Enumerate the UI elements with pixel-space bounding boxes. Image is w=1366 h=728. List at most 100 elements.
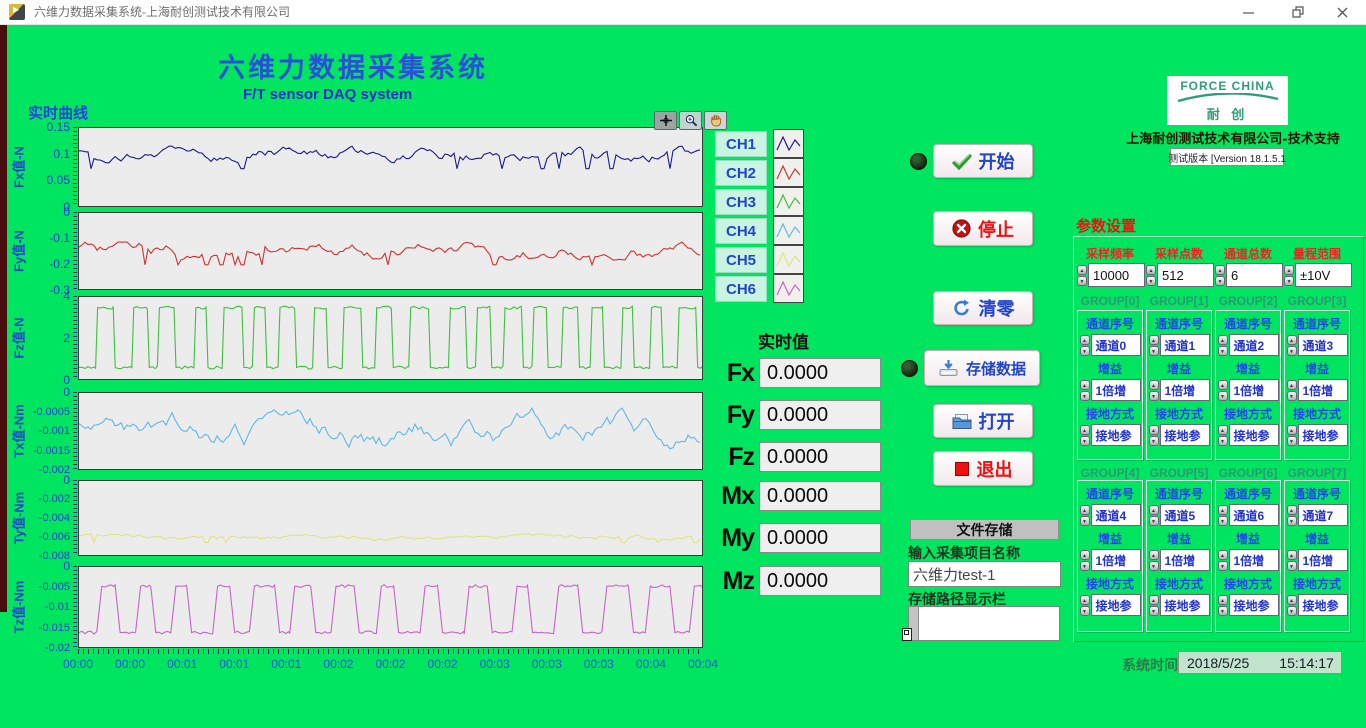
spin-down-icon[interactable]: ▼ (1149, 606, 1159, 616)
spinner-control[interactable]: ▲▼ (1218, 379, 1228, 401)
spinner-control[interactable]: ▲▼ (1080, 334, 1090, 356)
spinner-control[interactable]: ▲▼ (1077, 263, 1087, 287)
spinner-control[interactable]: ▲▼ (1287, 504, 1297, 526)
spin-down-icon[interactable]: ▼ (1287, 346, 1297, 356)
spin-up-icon[interactable]: ▲ (1080, 335, 1090, 345)
param-sampling-rate-input[interactable]: 10000 (1088, 263, 1145, 287)
spinner-control[interactable]: ▲▼ (1080, 594, 1090, 616)
group-6-gain-select[interactable]: 1倍增 (1229, 549, 1279, 571)
spin-up-icon[interactable]: ▲ (1218, 505, 1228, 515)
group-2-ground-select[interactable]: 接地参 (1229, 424, 1279, 446)
group-6-ground-select[interactable]: 接地参 (1229, 594, 1279, 616)
spinner-control[interactable]: ▲▼ (1218, 549, 1228, 571)
spinner-control[interactable]: ▲▼ (1218, 334, 1228, 356)
group-1-channel-select[interactable]: 通道1 (1160, 334, 1210, 356)
group-4-channel-select[interactable]: 通道4 (1091, 504, 1141, 526)
spin-up-icon[interactable]: ▲ (1149, 335, 1159, 345)
spin-down-icon[interactable]: ▼ (1146, 276, 1156, 286)
spin-up-icon[interactable]: ▲ (1284, 265, 1294, 275)
legend-label-ch6[interactable]: CH6 (715, 276, 767, 302)
spinner-control[interactable]: ▲▼ (1287, 424, 1297, 446)
group-2-channel-select[interactable]: 通道2 (1229, 334, 1279, 356)
legend-label-ch2[interactable]: CH2 (715, 160, 767, 186)
legend-waveform-icon[interactable] (773, 158, 804, 187)
spin-up-icon[interactable]: ▲ (1215, 265, 1225, 275)
legend-label-ch1[interactable]: CH1 (715, 131, 767, 157)
spin-down-icon[interactable]: ▼ (1284, 276, 1294, 286)
spin-down-icon[interactable]: ▼ (1287, 606, 1297, 616)
spin-up-icon[interactable]: ▲ (1287, 595, 1297, 605)
legend-waveform-icon[interactable] (773, 216, 804, 245)
spinner-control[interactable]: ▲▼ (1149, 594, 1159, 616)
minimize-button[interactable] (1231, 0, 1265, 24)
spinner-control[interactable]: ▲▼ (1080, 504, 1090, 526)
clear-button[interactable]: 清零 (933, 291, 1033, 325)
legend-label-ch5[interactable]: CH5 (715, 247, 767, 273)
group-1-ground-select[interactable]: 接地参 (1160, 424, 1210, 446)
legend-label-ch4[interactable]: CH4 (715, 218, 767, 244)
spin-up-icon[interactable]: ▲ (1218, 425, 1228, 435)
spin-down-icon[interactable]: ▼ (1080, 391, 1090, 401)
spin-down-icon[interactable]: ▼ (1287, 561, 1297, 571)
spinner-control[interactable]: ▲▼ (1287, 334, 1297, 356)
spin-down-icon[interactable]: ▼ (1149, 561, 1159, 571)
spinner-control[interactable]: ▲▼ (1149, 424, 1159, 446)
spin-up-icon[interactable]: ▲ (1287, 550, 1297, 560)
spin-down-icon[interactable]: ▼ (1287, 436, 1297, 446)
crosshair-tool-button[interactable] (654, 111, 677, 130)
legend-waveform-icon[interactable] (773, 274, 804, 303)
spin-down-icon[interactable]: ▼ (1218, 436, 1228, 446)
group-1-gain-select[interactable]: 1倍增 (1160, 379, 1210, 401)
spin-down-icon[interactable]: ▼ (1218, 516, 1228, 526)
spinner-control[interactable]: ▲▼ (1149, 504, 1159, 526)
group-4-gain-select[interactable]: 1倍增 (1091, 549, 1141, 571)
group-3-gain-select[interactable]: 1倍增 (1298, 379, 1348, 401)
spin-down-icon[interactable]: ▼ (1218, 561, 1228, 571)
spin-up-icon[interactable]: ▲ (1146, 265, 1156, 275)
spin-up-icon[interactable]: ▲ (1080, 595, 1090, 605)
param-range-input[interactable]: ±10V (1295, 263, 1352, 287)
spin-down-icon[interactable]: ▼ (1080, 561, 1090, 571)
spin-up-icon[interactable]: ▲ (1218, 380, 1228, 390)
group-0-ground-select[interactable]: 接地参 (1091, 424, 1141, 446)
legend-label-ch3[interactable]: CH3 (715, 189, 767, 215)
spin-up-icon[interactable]: ▲ (1287, 380, 1297, 390)
spin-up-icon[interactable]: ▲ (1080, 550, 1090, 560)
spinner-control[interactable]: ▲▼ (1080, 379, 1090, 401)
legend-waveform-icon[interactable] (773, 129, 804, 158)
spin-up-icon[interactable]: ▲ (1218, 595, 1228, 605)
close-button[interactable] (1325, 0, 1359, 24)
group-0-channel-select[interactable]: 通道0 (1091, 334, 1141, 356)
spin-up-icon[interactable]: ▲ (1287, 425, 1297, 435)
maximize-button[interactable] (1281, 0, 1315, 24)
spin-up-icon[interactable]: ▲ (1077, 265, 1087, 275)
spin-down-icon[interactable]: ▼ (1080, 346, 1090, 356)
save-button[interactable]: 存储数据 (924, 350, 1040, 386)
spin-down-icon[interactable]: ▼ (1149, 436, 1159, 446)
group-5-channel-select[interactable]: 通道5 (1160, 504, 1210, 526)
group-3-channel-select[interactable]: 通道3 (1298, 334, 1348, 356)
spinner-control[interactable]: ▲▼ (1284, 263, 1294, 287)
spinner-control[interactable]: ▲▼ (1215, 263, 1225, 287)
spin-down-icon[interactable]: ▼ (1287, 516, 1297, 526)
spin-up-icon[interactable]: ▲ (1149, 505, 1159, 515)
group-7-gain-select[interactable]: 1倍增 (1298, 549, 1348, 571)
spin-down-icon[interactable]: ▼ (1080, 606, 1090, 616)
legend-waveform-icon[interactable] (773, 187, 804, 216)
group-3-ground-select[interactable]: 接地参 (1298, 424, 1348, 446)
spinner-control[interactable]: ▲▼ (1287, 379, 1297, 401)
spin-up-icon[interactable]: ▲ (1149, 380, 1159, 390)
spin-down-icon[interactable]: ▼ (1218, 391, 1228, 401)
spinner-control[interactable]: ▲▼ (1149, 549, 1159, 571)
param-channel-count-input[interactable]: 6 (1226, 263, 1283, 287)
spin-down-icon[interactable]: ▼ (1149, 346, 1159, 356)
spin-up-icon[interactable]: ▲ (1080, 380, 1090, 390)
spinner-control[interactable]: ▲▼ (1218, 594, 1228, 616)
start-button[interactable]: 开始 (933, 144, 1033, 178)
spinner-control[interactable]: ▲▼ (1149, 379, 1159, 401)
exit-button[interactable]: 退出 (933, 451, 1033, 486)
spinner-control[interactable]: ▲▼ (1146, 263, 1156, 287)
group-2-gain-select[interactable]: 1倍增 (1229, 379, 1279, 401)
spin-down-icon[interactable]: ▼ (1149, 391, 1159, 401)
group-7-channel-select[interactable]: 通道7 (1298, 504, 1348, 526)
